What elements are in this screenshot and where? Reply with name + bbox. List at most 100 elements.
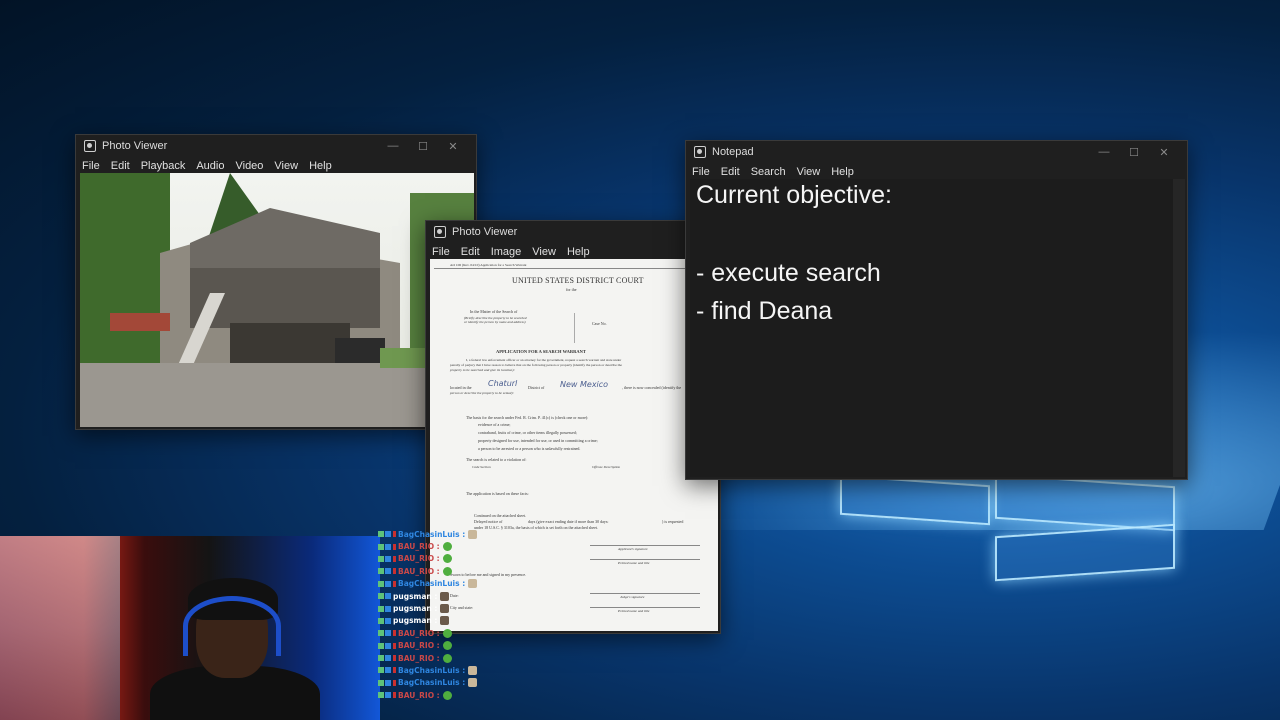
badge-icon (385, 642, 391, 649)
chat-message: BAU_RIO : (378, 652, 488, 664)
house-photo (80, 173, 474, 427)
badge-icon (378, 655, 384, 662)
photo-viewer-window-1[interactable]: Photo Viewer — ☐ ✕ File Edit Playback Au… (75, 134, 477, 430)
badge-icon (393, 655, 396, 662)
emote-icon (468, 665, 478, 675)
emote-icon (468, 678, 478, 688)
menu-search[interactable]: Search (751, 166, 786, 178)
concealed: , there is now concealed (identify the (622, 385, 682, 390)
chat-message: pugsman : (378, 602, 488, 614)
checkbox-property: property designed for use, intended for … (478, 438, 598, 443)
checkbox-contraband: contraband, fruits of crime, or other it… (478, 430, 577, 435)
badge-icon (385, 593, 391, 600)
badge-icon (393, 642, 396, 649)
badge-icon (385, 630, 391, 637)
chat-username: pugsman : (393, 591, 438, 601)
close-button[interactable]: ✕ (438, 140, 468, 153)
menu-view[interactable]: View (797, 166, 821, 178)
badge-icon (393, 692, 396, 699)
case-no: Case No. (592, 321, 607, 326)
badge-icon (378, 679, 384, 686)
titlebar[interactable]: Photo Viewer ☐ (426, 221, 720, 243)
menu-video[interactable]: Video (235, 160, 263, 172)
chat-username: pugsman : (393, 616, 438, 626)
windows-logo-wallpaper (820, 470, 1200, 582)
menu-help[interactable]: Help (309, 160, 332, 172)
badge-icon (393, 580, 396, 587)
objective-item: - find Deana (696, 297, 833, 325)
court-title: UNITED STATES DISTRICT COURT (512, 276, 644, 285)
minimize-button[interactable]: — (1089, 146, 1119, 158)
badge-icon (385, 555, 391, 562)
logo-pane (995, 523, 1175, 582)
chat-username: BAU_RIO : (398, 566, 440, 576)
badge-icon (378, 605, 384, 612)
badge-icon (385, 617, 391, 624)
badge-icon (378, 531, 384, 538)
chat-message: BAU_RIO : (378, 689, 488, 701)
matter-sub: or identify the person by name and addre… (464, 320, 526, 324)
chat-message: pugsman : (378, 615, 488, 627)
badge-icon (378, 630, 384, 637)
photo-viewer-icon (84, 140, 96, 152)
logo-pane (995, 473, 1175, 532)
badge-icon (393, 531, 396, 538)
emote-icon (442, 542, 452, 552)
menu-view[interactable]: View (532, 246, 556, 258)
handwritten-state: New Mexico (560, 380, 609, 389)
menu-help[interactable]: Help (831, 166, 854, 178)
titlebar[interactable]: Photo Viewer — ☐ ✕ (76, 135, 476, 157)
menu-playback[interactable]: Playback (141, 160, 186, 172)
minimize-button[interactable]: — (378, 140, 408, 152)
menu-file[interactable]: File (82, 160, 100, 172)
badge-icon (385, 531, 391, 538)
emote-icon (440, 616, 450, 626)
menu-edit[interactable]: Edit (721, 166, 740, 178)
chat-overlay: BagChasinLuis : BAU_RIO : BAU_RIO : BAU_RIO… (378, 528, 488, 714)
badge-icon (378, 617, 384, 624)
window-title: Photo Viewer (102, 140, 168, 152)
maximize-button[interactable]: ☐ (1119, 146, 1149, 159)
badge-icon (385, 667, 391, 674)
badge-icon (393, 679, 396, 686)
para: penalty of perjury that I have reason to… (450, 363, 622, 367)
menu-help[interactable]: Help (567, 246, 590, 258)
menu-file[interactable]: File (432, 246, 450, 258)
applicant-signature: Applicant's signature (618, 547, 648, 551)
close-button[interactable]: ✕ (1149, 146, 1179, 159)
form-id: AO 106 (Rev. 04/10) Application for a Se… (450, 263, 527, 267)
menu-view[interactable]: View (274, 160, 298, 172)
menu-edit[interactable]: Edit (461, 246, 480, 258)
badge-icon (378, 692, 384, 699)
chat-username: BagChasinLuis : (398, 665, 466, 675)
menu-image[interactable]: Image (491, 246, 522, 258)
chat-username: BAU_RIO : (398, 554, 440, 564)
notepad-window[interactable]: Notepad — ☐ ✕ File Edit Search View Help… (685, 140, 1188, 480)
notepad-text-area[interactable]: Current objective: - execute search - fi… (690, 179, 1173, 477)
basis: The basis for the search under Fed. R. C… (466, 415, 589, 420)
emote-icon (442, 690, 452, 700)
chat-message: BagChasinLuis : (378, 528, 488, 540)
chat-message: BagChasinLuis : (378, 578, 488, 590)
checkbox-evidence: evidence of a crime; (478, 422, 511, 427)
menu-audio[interactable]: Audio (196, 160, 224, 172)
menu-edit[interactable]: Edit (111, 160, 130, 172)
emote-icon (442, 554, 452, 564)
badge-icon (385, 679, 391, 686)
offense-description: Offense Description (592, 465, 621, 469)
menu-file[interactable]: File (692, 166, 710, 178)
maximize-button[interactable]: ☐ (408, 140, 438, 153)
chat-message: BagChasinLuis : (378, 677, 488, 689)
chat-username: BAU_RIO : (398, 653, 440, 663)
badge-icon (378, 580, 384, 587)
chat-username: pugsman : (393, 604, 438, 614)
continued: Continued on the attached sheet. (474, 513, 527, 518)
district-of: District of (528, 385, 545, 390)
delayed: Delayed notice of (474, 519, 503, 524)
badge-icon (378, 667, 384, 674)
scrollbar[interactable] (1173, 179, 1185, 477)
chat-username: BagChasinLuis : (398, 579, 466, 589)
titlebar[interactable]: Notepad — ☐ ✕ (686, 141, 1187, 163)
days-text: days (give exact ending date if more tha… (528, 519, 609, 524)
photo-viewer-icon (434, 226, 446, 238)
